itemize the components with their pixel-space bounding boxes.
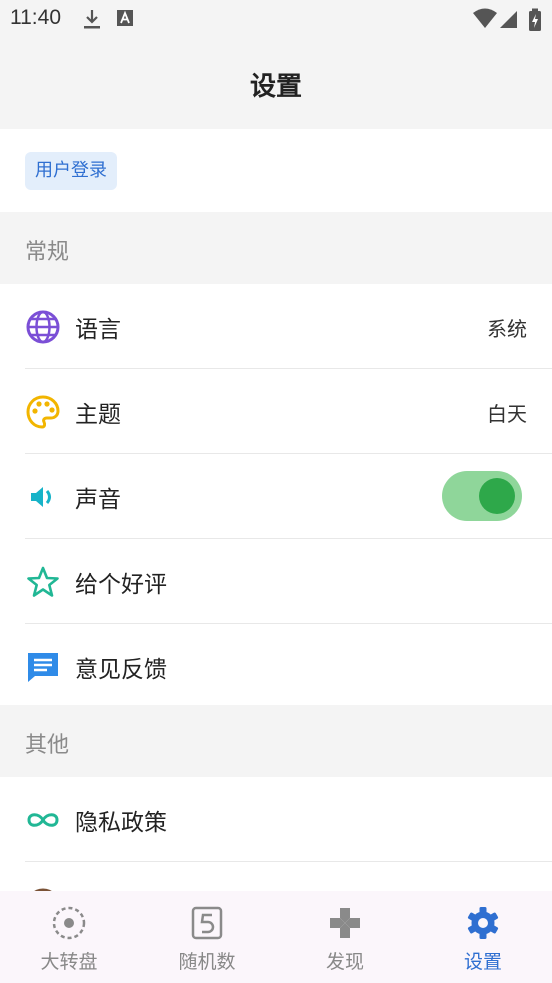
infinity-icon <box>27 813 59 827</box>
login-button[interactable]: 用户登录 <box>25 152 117 190</box>
wheel-icon <box>52 906 86 940</box>
settings-row-feedback[interactable]: 意见反馈 <box>0 624 552 709</box>
nav-item-settings[interactable]: 设置 <box>414 891 552 983</box>
page-title: 设置 <box>249 72 302 102</box>
dice-number-icon <box>191 906 223 940</box>
nav-item-wheel[interactable]: 大转盘 <box>0 891 138 983</box>
section-header-other: 其他 <box>0 705 552 777</box>
nav-label: 大转盘 <box>40 951 98 973</box>
gamepad-icon <box>330 908 360 938</box>
battery-charging-icon <box>529 8 541 31</box>
sound-label: 声音 <box>75 487 121 513</box>
star-icon <box>27 566 59 597</box>
sound-toggle[interactable] <box>442 471 522 521</box>
language-value: 系统 <box>487 317 527 341</box>
section-header-general: 常规 <box>0 212 552 284</box>
gear-icon <box>467 907 499 939</box>
toggle-knob <box>479 478 515 514</box>
nav-label: 设置 <box>463 951 502 973</box>
section-title: 其他 <box>25 733 70 758</box>
message-icon <box>28 653 58 682</box>
nav-item-discover[interactable]: 发现 <box>276 891 414 983</box>
nav-label: 发现 <box>325 951 364 973</box>
globe-icon <box>26 310 60 344</box>
settings-row-privacy[interactable]: 隐私政策 <box>0 777 552 862</box>
settings-row-language[interactable]: 语言 系统 <box>0 284 552 369</box>
cell-signal-icon <box>500 11 517 28</box>
settings-row-sound: 声音 <box>0 454 552 539</box>
feedback-label: 意见反馈 <box>75 657 167 683</box>
palette-icon <box>26 395 60 429</box>
nav-item-random[interactable]: 随机数 <box>138 891 276 983</box>
nav-label: 随机数 <box>178 951 236 973</box>
keyboard-a-icon <box>117 10 133 26</box>
theme-label: 主题 <box>75 402 121 428</box>
section-title: 常规 <box>25 240 70 265</box>
settings-row-rate[interactable]: 给个好评 <box>0 539 552 624</box>
app-bar: 设置 <box>0 38 552 129</box>
speaker-icon <box>31 487 51 507</box>
status-bar: 11:40 <box>0 0 552 38</box>
status-time: 11:40 <box>10 6 61 29</box>
rate-label: 给个好评 <box>75 572 167 598</box>
theme-value: 白天 <box>487 402 527 426</box>
privacy-label: 隐私政策 <box>75 810 167 836</box>
download-icon <box>84 10 100 29</box>
login-section: 用户登录 <box>0 129 552 212</box>
settings-row-theme[interactable]: 主题 白天 <box>0 369 552 454</box>
bottom-nav: 大转盘 随机数 发现 设置 <box>0 891 552 983</box>
language-label: 语言 <box>75 317 121 343</box>
wifi-icon <box>473 8 497 28</box>
